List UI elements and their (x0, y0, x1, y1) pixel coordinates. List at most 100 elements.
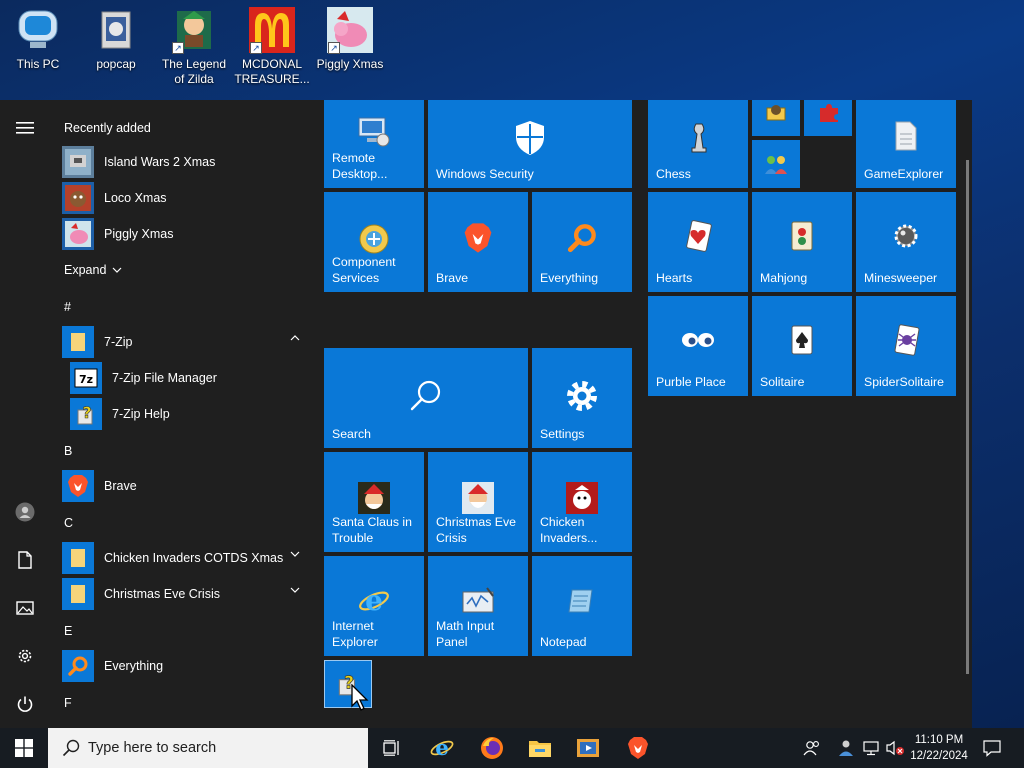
app-item-piggly-xmas[interactable]: Piggly Xmas (62, 216, 310, 252)
section-header-b[interactable]: B (64, 444, 72, 458)
power-icon (17, 696, 33, 712)
tile-search[interactable]: Search (324, 348, 528, 448)
taskbar-internet-explorer[interactable]: e (418, 728, 466, 768)
tile-small-game-2[interactable] (804, 100, 852, 136)
tile-label: Chicken Invaders... (540, 515, 598, 545)
chevron-up-icon (290, 335, 300, 341)
task-view-button[interactable] (368, 728, 416, 768)
desktop-icon-popcap[interactable]: popcap (78, 0, 154, 100)
tile-purble-place[interactable]: Purble Place (648, 296, 748, 396)
tile-label: Math Input Panel (436, 619, 495, 649)
network-icon (863, 741, 879, 756)
tile-hearts[interactable]: Hearts (648, 192, 748, 292)
tile-mahjong[interactable]: Mahjong (752, 192, 852, 292)
taskbar-firefox[interactable] (468, 728, 516, 768)
start-button[interactable] (0, 728, 48, 768)
app-item-island-wars[interactable]: Island Wars 2 Xmas (62, 144, 310, 180)
app-label: Everything (104, 659, 164, 673)
file-explorer-icon (529, 741, 551, 757)
pictures-button[interactable] (0, 588, 50, 628)
tile-chess[interactable]: Chess (648, 100, 748, 188)
user-account-button[interactable] (0, 492, 50, 532)
expand-label: Expand (64, 263, 107, 277)
tile-component-services[interactable]: Component Services (324, 192, 424, 292)
svg-text:e: e (365, 584, 383, 617)
tile-spider-solitaire[interactable]: SpiderSolitaire (856, 296, 956, 396)
app-label: Island Wars 2 Xmas (104, 155, 216, 169)
hamburger-icon (16, 122, 34, 134)
app-item-everything[interactable]: Everything (62, 648, 310, 684)
desktop-icon-mcdonalds[interactable]: ↗ MCDONAL TREASURE... (234, 0, 310, 100)
documents-button[interactable] (0, 540, 50, 580)
tile-small-game-3[interactable] (752, 140, 800, 188)
tile-remote-desktop[interactable]: Remote Desktop... (324, 100, 424, 188)
tile-everything[interactable]: Everything (532, 192, 632, 292)
app-item-7zip-file-manager[interactable]: 7z 7-Zip File Manager (70, 360, 310, 396)
tile-small-game-1[interactable] (752, 100, 800, 136)
tile-windows-security[interactable]: Windows Security (428, 100, 632, 188)
app-label: Christmas Eve Crisis (104, 587, 220, 601)
taskbar-search-box[interactable]: Type here to search (48, 728, 368, 768)
section-header-e[interactable]: E (64, 624, 72, 638)
hamburger-menu-button[interactable] (0, 108, 50, 148)
document-icon (18, 551, 32, 569)
tile-math-input-panel[interactable]: Math Input Panel (428, 556, 528, 656)
tile-internet-explorer[interactable]: e Internet Explorer (324, 556, 424, 656)
section-header-f[interactable]: F (64, 696, 72, 710)
tile-chicken-invaders[interactable]: Chicken Invaders... (532, 452, 632, 552)
people-button[interactable] (800, 728, 824, 768)
tile-label: Hearts (656, 271, 693, 285)
taskbar-file-explorer[interactable] (516, 728, 564, 768)
notifications-button[interactable] (980, 728, 1004, 768)
desktop-icon-label: Piggly Xmas (316, 57, 384, 71)
tile-minesweeper[interactable]: Minesweeper (856, 192, 956, 292)
internet-explorer-icon: e (357, 584, 391, 618)
tile-santa-claus[interactable]: Santa Claus in Trouble (324, 452, 424, 552)
tray-user-icon-button[interactable] (834, 728, 858, 768)
gear-icon (18, 649, 32, 663)
tile-brave[interactable]: Brave (428, 192, 528, 292)
shortcut-arrow-icon: ↗ (328, 42, 340, 54)
section-header-c[interactable]: C (64, 516, 73, 530)
tile-solitaire[interactable]: Solitaire (752, 296, 852, 396)
purble-eyes-icon (681, 330, 715, 350)
everything-search-icon (62, 650, 94, 682)
desktop-icon-label: This PC (16, 57, 60, 71)
desktop-icon-legend-of-zilda[interactable]: ↗ The Legend of Zilda (156, 0, 232, 100)
brave-icon (463, 222, 493, 254)
app-item-brave[interactable]: Brave (62, 468, 310, 504)
tile-settings[interactable]: Settings (532, 348, 632, 448)
desktop-icon-piggly-xmas[interactable]: ↗ Piggly Xmas (312, 0, 388, 100)
app-item-christmas-eve-folder[interactable]: Christmas Eve Crisis (62, 576, 310, 612)
app-item-7zip-folder[interactable]: 7-Zip (62, 324, 310, 360)
section-header-hash[interactable]: # (64, 300, 71, 314)
desktop-icon-this-pc[interactable]: This PC (0, 0, 76, 100)
folder-icon (62, 542, 94, 574)
settings-button[interactable] (0, 636, 50, 676)
this-pc-icon (14, 6, 62, 54)
network-button[interactable] (860, 728, 882, 768)
tile-notepad[interactable]: Notepad (532, 556, 632, 656)
taskbar-media-player[interactable] (564, 728, 612, 768)
app-item-7zip-help[interactable]: ? 7-Zip Help (70, 396, 310, 432)
app-label: Loco Xmas (104, 191, 167, 205)
game-explorer-icon (892, 120, 920, 152)
remote-desktop-icon (357, 116, 391, 148)
taskbar-brave[interactable] (614, 728, 662, 768)
notification-icon (983, 740, 1001, 757)
mine-icon (890, 220, 922, 252)
app-label: 7-Zip File Manager (112, 371, 217, 385)
start-menu: Recently added Island Wars 2 Xmas Loco X… (0, 100, 972, 728)
tiles-scrollbar[interactable] (966, 160, 969, 674)
tile-label: Solitaire (760, 375, 805, 389)
app-item-chicken-invaders-folder[interactable]: Chicken Invaders COTDS Xmas (62, 540, 310, 576)
app-item-loco-xmas[interactable]: Loco Xmas (62, 180, 310, 216)
tile-game-explorer[interactable]: GameExplorer (856, 100, 956, 188)
svg-text:e: e (435, 736, 449, 761)
power-button[interactable] (0, 684, 50, 724)
help-file-icon: ? (70, 398, 102, 430)
taskbar-clock[interactable]: 11:10 PM 12/22/2024 (902, 732, 976, 764)
expand-button[interactable]: Expand (62, 252, 310, 288)
clock-time: 11:10 PM (914, 734, 964, 746)
tile-christmas-eve[interactable]: Christmas Eve Crisis (428, 452, 528, 552)
